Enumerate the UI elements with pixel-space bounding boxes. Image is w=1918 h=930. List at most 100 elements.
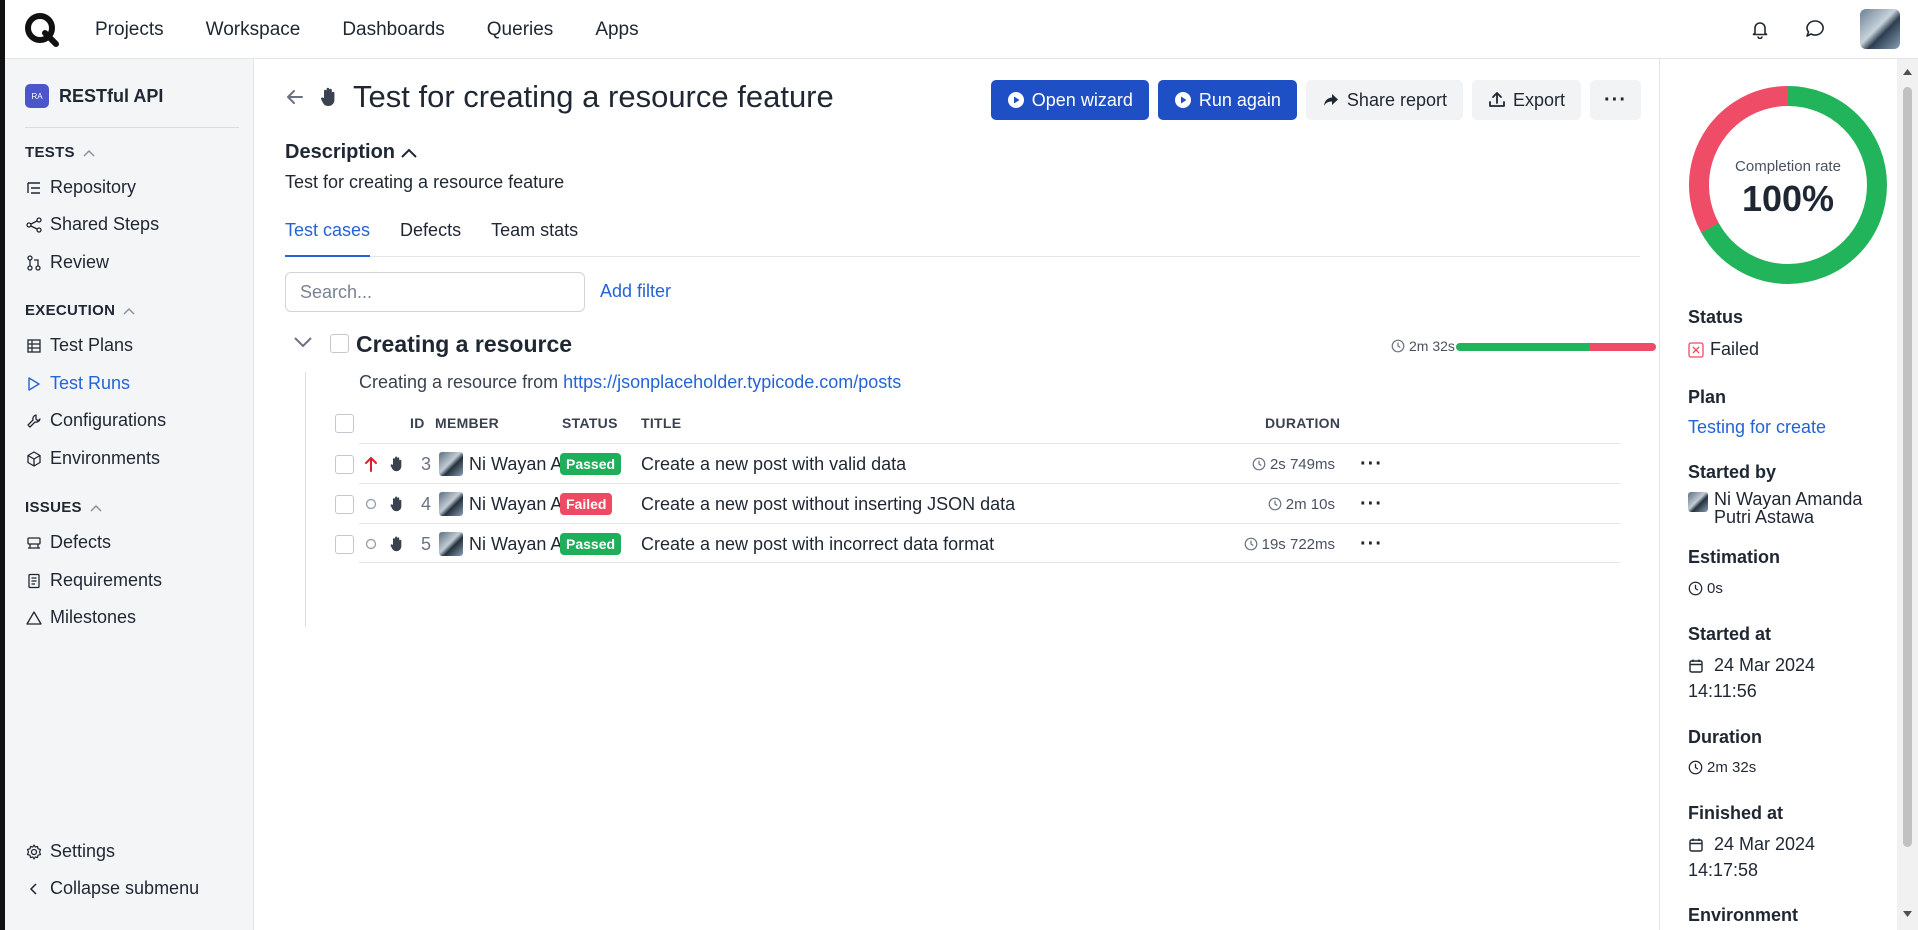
notifications-bell-icon[interactable]	[1746, 15, 1774, 43]
back-arrow-icon[interactable]	[285, 87, 305, 107]
collapse-submenu-button[interactable]: Collapse submenu	[25, 878, 199, 899]
tab-team-stats[interactable]: Team stats	[491, 220, 578, 257]
sidebar-item-defects[interactable]: Defects	[25, 532, 111, 553]
row-checkbox[interactable]	[335, 534, 354, 554]
table-row[interactable]: 4 Ni Wayan Am Failed Create a new post w…	[335, 483, 1620, 524]
hand-manual-icon	[320, 87, 335, 106]
failed-x-icon	[1688, 341, 1704, 358]
tab-defects[interactable]: Defects	[400, 220, 461, 257]
sidebar-settings[interactable]: Settings	[25, 841, 115, 862]
row-title[interactable]: Create a new post with incorrect data fo…	[641, 524, 994, 564]
open-wizard-button[interactable]: Open wizard	[990, 80, 1149, 120]
row-checkbox[interactable]	[335, 494, 354, 514]
clock-icon	[1391, 339, 1405, 353]
description-heading: Description	[285, 141, 396, 163]
finished-at-date: 24 Mar 2024	[1688, 834, 1815, 855]
sidebar-item-repository[interactable]: Repository	[25, 177, 136, 198]
sidebar-item-shared-steps[interactable]: Shared Steps	[25, 214, 159, 235]
duration-label: Duration	[1688, 727, 1762, 747]
row-more-icon[interactable]: ···	[1360, 444, 1383, 484]
chevron-up-icon	[90, 504, 102, 512]
row-id: 3	[421, 453, 432, 474]
column-header-status[interactable]: STATUS	[562, 415, 618, 431]
app-logo-icon[interactable]	[23, 11, 61, 49]
column-header-id[interactable]: ID	[410, 415, 425, 431]
sidebar-section-issues[interactable]: ISSUES	[25, 499, 102, 516]
button-label: Export	[1512, 89, 1566, 110]
share-arrow-icon	[1323, 94, 1338, 106]
bug-icon	[25, 534, 43, 552]
column-header-duration[interactable]: DURATION	[1265, 415, 1340, 431]
row-title[interactable]: Create a new post with valid data	[641, 444, 906, 484]
select-all-checkbox[interactable]	[335, 414, 354, 433]
column-header-member[interactable]: MEMBER	[435, 415, 499, 431]
tabs: Test cases Defects Team stats	[285, 220, 1640, 257]
table-row[interactable]: 5 Ni Wayan Am Passed Create a new post w…	[335, 523, 1620, 564]
sidebar-section-execution[interactable]: EXECUTION	[25, 302, 135, 319]
more-dots-icon: ···	[1604, 88, 1627, 111]
run-again-button[interactable]: Run again	[1157, 80, 1297, 120]
row-more-icon[interactable]: ···	[1360, 484, 1383, 524]
completion-value: 100%	[1741, 178, 1835, 219]
user-avatar[interactable]	[1860, 9, 1900, 49]
suite-progress-bar	[1456, 343, 1656, 351]
sidebar-item-requirements[interactable]: Requirements	[25, 570, 162, 591]
button-label: Run again	[1198, 89, 1281, 110]
row-checkbox[interactable]	[335, 454, 354, 474]
scrollbar-thumb[interactable]	[1903, 87, 1912, 847]
nav-projects[interactable]: Projects	[95, 19, 164, 41]
project-badge: RA	[25, 84, 49, 108]
started-at-date: 24 Mar 2024	[1688, 655, 1815, 676]
description-toggle[interactable]: Description	[285, 141, 417, 164]
chevron-down-icon[interactable]	[293, 335, 313, 349]
sidebar-item-label: Requirements	[50, 570, 163, 590]
row-more-icon[interactable]: ···	[1360, 524, 1383, 564]
row-duration: 2s 749ms	[1229, 444, 1335, 484]
column-header-title[interactable]: TITLE	[641, 415, 681, 431]
more-actions-button[interactable]: ···	[1590, 80, 1641, 120]
nav-queries[interactable]: Queries	[487, 19, 554, 41]
row-member: Ni Wayan Am	[439, 484, 577, 524]
sidebar-item-test-plans[interactable]: Test Plans	[25, 335, 133, 356]
row-title[interactable]: Create a new post without inserting JSON…	[641, 484, 1015, 524]
sidebar-item-label: Defects	[50, 532, 112, 552]
sidebar-item-milestones[interactable]: Milestones	[25, 607, 136, 628]
hand-manual-icon	[390, 456, 402, 472]
nav-dashboards[interactable]: Dashboards	[342, 19, 444, 41]
plan-link[interactable]: Testing for create	[1688, 417, 1826, 438]
table-row[interactable]: 3 Ni Wayan Am Passed Create a new post w…	[335, 443, 1620, 484]
avatar	[1688, 492, 1708, 512]
clock-icon	[1244, 537, 1258, 551]
sidebar-item-label: Repository	[50, 177, 137, 197]
scroll-down-arrow-icon[interactable]	[1902, 910, 1913, 918]
chevron-up-icon	[83, 149, 95, 157]
chevron-up-icon	[401, 148, 417, 158]
row-member: Ni Wayan Am	[439, 524, 577, 564]
scroll-up-arrow-icon[interactable]	[1902, 68, 1913, 76]
sidebar-section-tests[interactable]: TESTS	[25, 144, 95, 161]
project-switcher[interactable]: RA RESTful API	[25, 84, 163, 108]
sidebar-item-review[interactable]: Review	[25, 252, 109, 273]
export-button[interactable]: Export	[1471, 80, 1582, 120]
row-duration: 2m 10s	[1229, 484, 1335, 524]
nav-workspace[interactable]: Workspace	[206, 19, 301, 41]
vertical-scrollbar[interactable]	[1897, 59, 1918, 930]
priority-none-circle-icon	[365, 538, 377, 550]
sidebar-item-test-runs[interactable]: Test Runs	[25, 373, 130, 394]
sidebar-item-label: Settings	[50, 841, 116, 861]
started-at-label: Started at	[1688, 624, 1772, 644]
finished-at-date-text: 24 Mar 2024	[1714, 834, 1816, 854]
search-input[interactable]	[285, 272, 585, 312]
nav-apps[interactable]: Apps	[595, 19, 638, 41]
tab-test-cases[interactable]: Test cases	[285, 220, 371, 257]
sidebar-item-configurations[interactable]: Configurations	[25, 410, 166, 431]
sidebar-item-environments[interactable]: Environments	[25, 448, 160, 469]
suite-description-link[interactable]: https://jsonplaceholder.typicode.com/pos…	[563, 372, 901, 392]
progress-failed-segment	[1589, 343, 1656, 351]
share-report-button[interactable]: Share report	[1305, 80, 1463, 120]
section-label: TESTS	[25, 144, 75, 161]
chat-bubble-icon[interactable]	[1801, 15, 1829, 43]
started-by-name: Ni Wayan Amanda Putri Astawa	[1714, 489, 1863, 527]
add-filter-button[interactable]: Add filter	[600, 281, 671, 302]
suite-checkbox[interactable]	[330, 334, 349, 353]
